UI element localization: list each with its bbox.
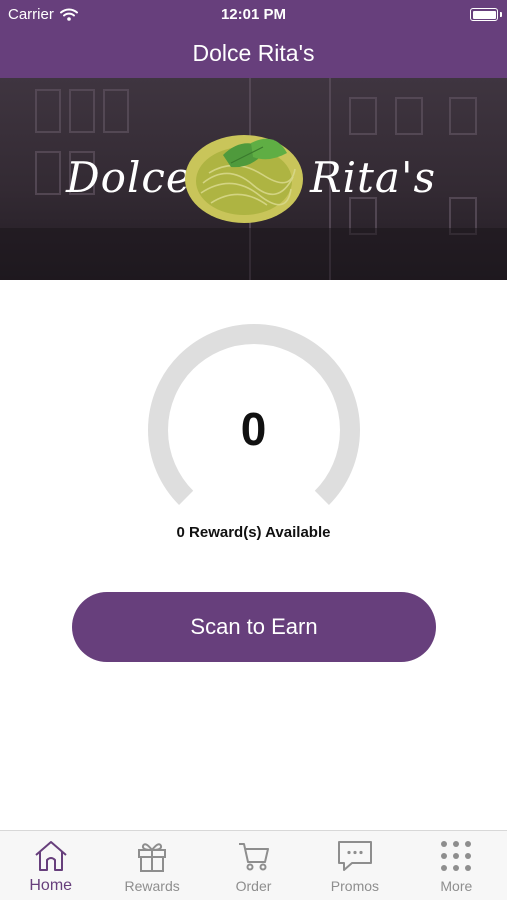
page-title: Dolce Rita's (192, 40, 315, 66)
battery-tip (500, 12, 502, 17)
grid-dots-icon (441, 841, 472, 871)
tab-home[interactable]: Home (0, 831, 101, 900)
chat-bubble-icon (337, 841, 372, 871)
tab-promos[interactable]: Promos (304, 831, 405, 900)
pasta-plate-logo (185, 135, 303, 223)
tab-label: Rewards (124, 878, 180, 894)
status-bar: Carrier 12:01 PM (0, 0, 507, 28)
rewards-available-label: 0 Reward(s) Available (176, 524, 331, 541)
battery-icon (470, 8, 498, 21)
scan-to-earn-button[interactable]: Scan to Earn (72, 592, 436, 662)
tab-label: More (440, 878, 473, 894)
tab-label: Home (29, 877, 73, 894)
app-header: Carrier 12:01 PM Dolce Rita's (0, 0, 507, 78)
gift-icon (138, 843, 167, 872)
logo-text-left: Dolce (66, 153, 192, 202)
tab-rewards[interactable]: Rewards (101, 831, 202, 900)
cart-icon (238, 843, 269, 871)
tab-more[interactable]: More (406, 831, 507, 900)
rewards-points-value: 0 (240, 403, 267, 455)
tab-label: Promos (330, 878, 380, 894)
tab-order[interactable]: Order (203, 831, 304, 900)
home-icon (35, 841, 67, 871)
status-time: 12:01 PM (220, 6, 287, 23)
brand-banner: Dolce Rita's (0, 78, 507, 280)
tab-label: Order (235, 878, 272, 894)
logo-text-right: Rita's (310, 153, 437, 202)
tab-bar: Home Rewards Order Promos More (0, 830, 507, 900)
